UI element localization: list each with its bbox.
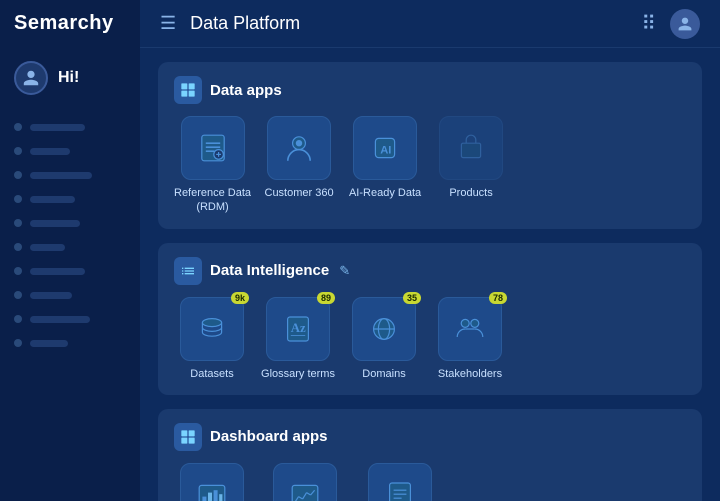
page-title: Data Platform [190, 13, 300, 34]
nav-item[interactable] [14, 285, 126, 305]
user-avatar-header[interactable] [670, 9, 700, 39]
stakeholders-icon-box: 78 [438, 297, 502, 361]
datasets-label: Datasets [190, 367, 233, 381]
nav-label [30, 196, 75, 203]
customer-360-icon-box [267, 116, 331, 180]
data-quality-icon-box [180, 463, 244, 501]
datasets-badge: 9k [231, 292, 249, 304]
sidebar: Semarchy Hi! [0, 0, 140, 501]
app-stakeholders[interactable]: 78 Stakeholders [432, 297, 508, 381]
svg-text:Az: Az [291, 321, 306, 335]
header-right: ⠿ [641, 9, 700, 39]
nav-dot [14, 219, 22, 227]
glossary-badge: 89 [317, 292, 335, 304]
nav-item[interactable] [14, 261, 126, 281]
data-apps-icon [174, 76, 202, 104]
customer-pipeline-icon-box [273, 463, 337, 501]
nav-item[interactable] [14, 213, 126, 233]
nav-item[interactable] [14, 333, 126, 353]
data-intelligence-items: 9k Datasets 89 A [174, 297, 686, 381]
dashboard-apps-header: Dashboard apps [174, 423, 686, 451]
header: ☰ Data Platform ⠿ [140, 0, 720, 48]
nav-dot [14, 315, 22, 323]
svg-text:AI: AI [380, 145, 391, 157]
nav-dot [14, 147, 22, 155]
nav-dot [14, 267, 22, 275]
content-area: Data apps [140, 48, 720, 501]
avatar [14, 61, 48, 95]
data-intelligence-icon [174, 257, 202, 285]
products-label: Products [449, 186, 492, 200]
dashboard-apps-icon [174, 423, 202, 451]
app-customer-pipeline[interactable]: Customer Pipeline [260, 463, 350, 501]
sidebar-nav [0, 109, 140, 361]
reference-data-icon-box [181, 116, 245, 180]
nav-label [30, 124, 85, 131]
dashboard-apps-title: Dashboard apps [210, 428, 328, 445]
nav-dot [14, 291, 22, 299]
stakeholders-label: Stakeholders [438, 367, 502, 381]
nav-label [30, 172, 92, 179]
nav-item[interactable] [14, 117, 126, 137]
app-customer-360[interactable]: Customer 360 [261, 116, 337, 215]
nav-item[interactable] [14, 237, 126, 257]
nav-dot [14, 123, 22, 131]
data-intelligence-title: Data Intelligence [210, 262, 329, 279]
nav-item[interactable] [14, 165, 126, 185]
data-apps-items: Reference Data(RDM) Customer 360 [174, 116, 686, 215]
menu-icon[interactable]: ☰ [160, 13, 176, 34]
nav-dot [14, 195, 22, 203]
reference-data-label: Reference Data(RDM) [174, 186, 251, 215]
nav-label [30, 220, 80, 227]
data-apps-section: Data apps [158, 62, 702, 229]
nav-item[interactable] [14, 189, 126, 209]
main-content: ☰ Data Platform ⠿ Data apps [140, 0, 720, 501]
domains-icon-box: 35 [352, 297, 416, 361]
data-intelligence-header: Data Intelligence ✎ [174, 257, 686, 285]
logo-text: Semarchy [14, 12, 114, 35]
glossary-terms-label: Glossary terms [261, 367, 335, 381]
external-link-icon[interactable]: ✎ [339, 263, 350, 279]
ai-ready-data-icon-box: AI [353, 116, 417, 180]
nav-dot [14, 171, 22, 179]
nav-label [30, 292, 72, 299]
app-reference-data[interactable]: Reference Data(RDM) [174, 116, 251, 215]
stakeholders-badge: 78 [489, 292, 507, 304]
products-icon-box [439, 116, 503, 180]
domains-label: Domains [362, 367, 405, 381]
nav-dot [14, 339, 22, 347]
data-apps-title: Data apps [210, 82, 282, 99]
customer-360-label: Customer 360 [265, 186, 334, 200]
sidebar-user-section: Hi! [0, 47, 140, 109]
sidebar-logo[interactable]: Semarchy [0, 0, 140, 47]
apps-icon[interactable]: ⠿ [641, 11, 656, 36]
app-domains[interactable]: 35 Domains [346, 297, 422, 381]
glossary-terms-icon-box: 89 Az [266, 297, 330, 361]
app-data-quality[interactable]: Data Quality [174, 463, 250, 501]
header-left: ☰ Data Platform [160, 13, 300, 34]
user-greeting: Hi! [58, 69, 79, 87]
datasets-icon-box: 9k [180, 297, 244, 361]
app-products[interactable]: Products [433, 116, 509, 215]
app-ai-ready-data[interactable]: AI AI-Ready Data [347, 116, 423, 215]
domains-badge: 35 [403, 292, 421, 304]
data-intelligence-section: Data Intelligence ✎ 9k Datasets [158, 243, 702, 395]
nav-label [30, 316, 90, 323]
app-datasets[interactable]: 9k Datasets [174, 297, 250, 381]
ai-ready-data-label: AI-Ready Data [349, 186, 421, 200]
monthly-reports-icon-box [368, 463, 432, 501]
app-glossary-terms[interactable]: 89 Az Glossary terms [260, 297, 336, 381]
nav-label [30, 268, 85, 275]
nav-item[interactable] [14, 309, 126, 329]
dashboard-apps-section: Dashboard apps Data Quality [158, 409, 702, 501]
app-monthly-reports[interactable]: Monthly Reports [360, 463, 440, 501]
nav-dot [14, 243, 22, 251]
nav-item[interactable] [14, 141, 126, 161]
nav-label [30, 244, 65, 251]
nav-label [30, 340, 68, 347]
data-apps-header: Data apps [174, 76, 686, 104]
nav-label [30, 148, 70, 155]
dashboard-apps-items: Data Quality Customer Pip [174, 463, 686, 501]
